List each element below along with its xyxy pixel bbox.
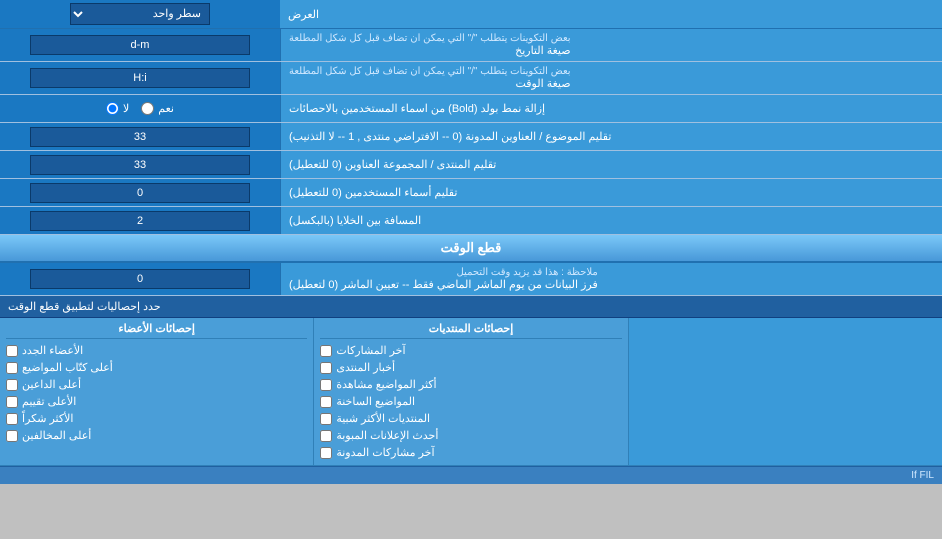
- trim-forum-input[interactable]: [30, 155, 250, 175]
- checkbox-item: أعلى كتّاب المواضيع: [6, 359, 307, 376]
- date-format-input[interactable]: [30, 35, 250, 55]
- trim-users-cell: [0, 179, 280, 206]
- checkbox-forum-news[interactable]: [320, 362, 332, 374]
- time-input-cell: [0, 62, 280, 94]
- time-format-row: بعض التكوينات يتطلب "/" التي يمكن ان تضا…: [0, 62, 942, 95]
- bottom-note: If FIL: [0, 466, 942, 484]
- top-row: العرض سطر واحد سطرين ثلاثة اسطر: [0, 0, 942, 29]
- trim-subject-input[interactable]: [30, 127, 250, 147]
- time-label: بعض التكوينات يتطلب "/" التي يمكن ان تضا…: [280, 62, 942, 94]
- filter-cell: [0, 263, 280, 295]
- trim-users-label: تقليم أسماء المستخدمين (0 للتعطيل): [280, 179, 942, 206]
- forum-stats-col: إحصائات المنتديات آخر المشاركات أخبار ال…: [313, 318, 627, 465]
- checkbox-blog-posts[interactable]: [320, 447, 332, 459]
- cell-spacing-label: المسافة بين الخلايا (بالبكسل): [280, 207, 942, 234]
- section2-header: قطع الوقت: [0, 235, 942, 263]
- cell-spacing-input[interactable]: [30, 211, 250, 231]
- checkbox-item: آخر مشاركات المدونة: [320, 444, 621, 461]
- date-label: بعض التكوينات يتطلب "/" التي يمكن ان تضا…: [280, 29, 942, 61]
- trim-forum-cell: [0, 151, 280, 178]
- date-format-row: بعض التكوينات يتطلب "/" التي يمكن ان تضا…: [0, 29, 942, 62]
- forum-stats-header: إحصائات المنتديات: [320, 322, 621, 339]
- member-stats-col: إحصائات الأعضاء الأعضاء الجدد أعلى كتّاب…: [0, 318, 313, 465]
- checkbox-top-violators[interactable]: [6, 430, 18, 442]
- select-cell: سطر واحد سطرين ثلاثة اسطر: [0, 0, 280, 28]
- checkbox-popular-forums[interactable]: [320, 413, 332, 425]
- trim-users-input[interactable]: [30, 183, 250, 203]
- trim-forum-label: تقليم المنتدى / المجموعة العناوين (0 للت…: [280, 151, 942, 178]
- checkbox-item: الأعلى تقييم: [6, 393, 307, 410]
- checkbox-top-inviters[interactable]: [6, 379, 18, 391]
- stats-header: حدد إحصاليات لتطبيق قطع الوقت: [0, 296, 942, 318]
- radio-yes[interactable]: [141, 102, 154, 115]
- trim-subject-cell: [0, 123, 280, 150]
- checkbox-item: أخبار المنتدى: [320, 359, 621, 376]
- checkbox-latest-ads[interactable]: [320, 430, 332, 442]
- checkbox-most-thanked[interactable]: [6, 413, 18, 425]
- trim-subject-row: تقليم الموضوع / العناوين المدونة (0 -- ا…: [0, 123, 942, 151]
- line-select[interactable]: سطر واحد سطرين ثلاثة اسطر: [70, 3, 210, 25]
- checkbox-last-posts[interactable]: [320, 345, 332, 357]
- checkbox-item: المنتديات الأكثر شبية: [320, 410, 621, 427]
- member-stats-header: إحصائات الأعضاء: [6, 322, 307, 339]
- checkbox-item: الأعضاء الجدد: [6, 342, 307, 359]
- checkbox-item: أعلى المخالفين: [6, 427, 307, 444]
- checkbox-item: أحدث الإعلانات المبوبة: [320, 427, 621, 444]
- checkbox-top-writers[interactable]: [6, 362, 18, 374]
- cell-spacing-row: المسافة بين الخلايا (بالبكسل): [0, 207, 942, 235]
- bold-label: إزالة نمط بولد (Bold) من اسماء المستخدمي…: [280, 95, 942, 122]
- trim-subject-label: تقليم الموضوع / العناوين المدونة (0 -- ا…: [280, 123, 942, 150]
- checkbox-item: أكثر المواضيع مشاهدة: [320, 376, 621, 393]
- checkbox-hot-topics[interactable]: [320, 396, 332, 408]
- filter-input[interactable]: [30, 269, 250, 289]
- trim-users-row: تقليم أسماء المستخدمين (0 للتعطيل): [0, 179, 942, 207]
- checkbox-item: آخر المشاركات: [320, 342, 621, 359]
- time-format-input[interactable]: [30, 68, 250, 88]
- radio-yes-label[interactable]: نعم: [141, 102, 174, 115]
- cell-spacing-cell: [0, 207, 280, 234]
- checkbox-item: الأكثر شكراً: [6, 410, 307, 427]
- bold-row: إزالة نمط بولد (Bold) من اسماء المستخدمي…: [0, 95, 942, 123]
- trim-forum-row: تقليم المنتدى / المجموعة العناوين (0 للت…: [0, 151, 942, 179]
- checkbox-top-rated[interactable]: [6, 396, 18, 408]
- checkbox-item: المواضيع الساخنة: [320, 393, 621, 410]
- filter-row: ملاحظة : هذا قد يزيد وقت التحميل فرز الب…: [0, 263, 942, 296]
- date-input-cell: [0, 29, 280, 61]
- checkbox-item: أعلى الداعين: [6, 376, 307, 393]
- display-label: العرض: [280, 0, 942, 28]
- radio-no-label[interactable]: لا: [106, 102, 129, 115]
- stats-limit-label-col: [628, 318, 942, 465]
- checkboxes-grid: إحصائات المنتديات آخر المشاركات أخبار ال…: [0, 318, 942, 466]
- filter-label: ملاحظة : هذا قد يزيد وقت التحميل فرز الب…: [280, 263, 942, 295]
- bold-radio-cell: نعم لا: [0, 95, 280, 122]
- checkbox-most-viewed[interactable]: [320, 379, 332, 391]
- checkbox-new-members[interactable]: [6, 345, 18, 357]
- main-container: العرض سطر واحد سطرين ثلاثة اسطر بعض التك…: [0, 0, 942, 484]
- radio-no[interactable]: [106, 102, 119, 115]
